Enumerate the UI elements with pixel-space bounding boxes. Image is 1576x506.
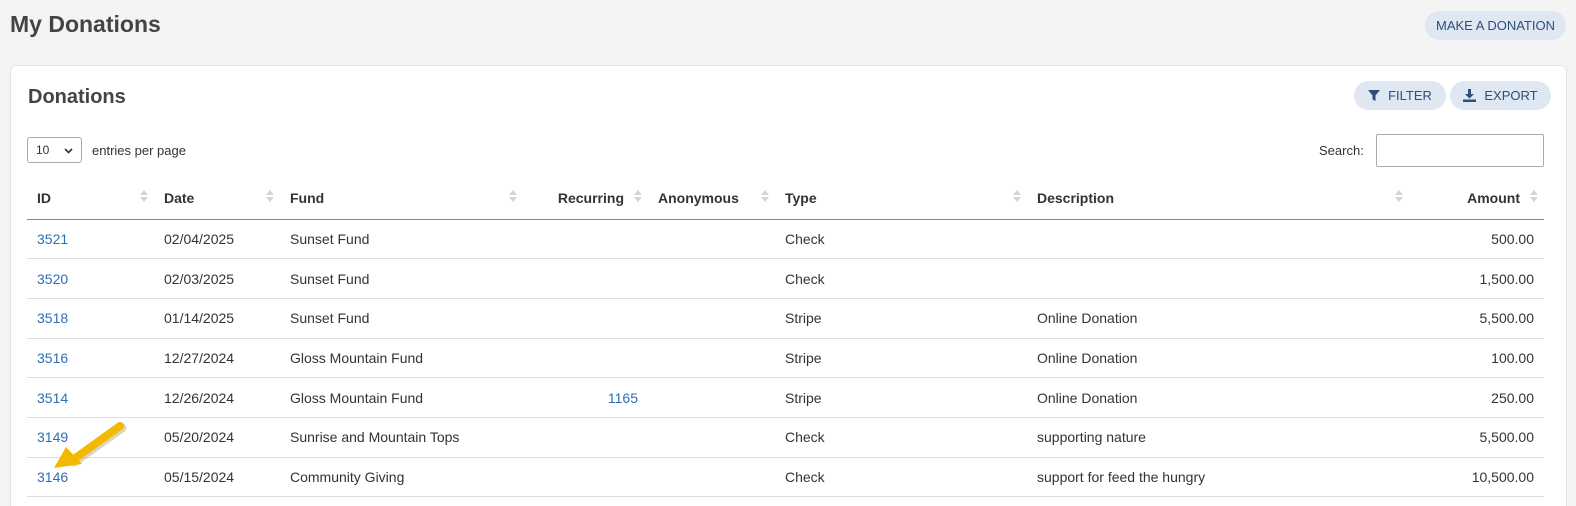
- sort-icon: [140, 190, 148, 202]
- cell-anonymous: [648, 338, 775, 379]
- cell-date: 02/03/2025: [154, 258, 280, 299]
- table-row: 3146 05/15/2024 Community Giving Check s…: [27, 457, 1544, 498]
- sort-icon: [1395, 190, 1403, 202]
- cell-description: [1027, 219, 1409, 260]
- column-header-fund[interactable]: Fund: [280, 177, 523, 220]
- chevron-down-icon: [64, 143, 73, 157]
- donation-id-link[interactable]: 3520: [37, 271, 68, 287]
- cell-date: 01/14/2025: [154, 298, 280, 339]
- entries-select-value: 10: [36, 143, 50, 157]
- table-row: 3521 02/04/2025 Sunset Fund Check 500.00: [27, 219, 1544, 260]
- entries-per-page: 10 entries per page: [27, 137, 186, 163]
- table-header-row: ID Date Fund Recurring Anonymous Type De…: [27, 177, 1544, 220]
- cell-description: Online Donation: [1027, 298, 1409, 339]
- column-header-date[interactable]: Date: [154, 177, 280, 220]
- filter-label: FILTER: [1388, 88, 1432, 103]
- cell-amount: 100.00: [1409, 338, 1544, 379]
- cell-type: Check: [775, 417, 1027, 458]
- cell-type: Stripe: [775, 377, 1027, 418]
- cell-anonymous: [648, 457, 775, 498]
- cell-amount: 5,500.00: [1409, 298, 1544, 339]
- cell-fund: Sunset Fund: [280, 298, 523, 339]
- cell-anonymous: [648, 219, 775, 260]
- page-header: My Donations MAKE A DONATION: [0, 0, 1576, 60]
- cell-type: Check: [775, 457, 1027, 498]
- donation-id-link[interactable]: 3146: [37, 469, 68, 485]
- table-row: 3518 01/14/2025 Sunset Fund Stripe Onlin…: [27, 298, 1544, 339]
- column-header-description[interactable]: Description: [1027, 177, 1409, 220]
- cell-fund: Sunset Fund: [280, 219, 523, 260]
- cell-type: Check: [775, 219, 1027, 260]
- cell-type: Check: [775, 258, 1027, 299]
- cell-fund: Gloss Mountain Fund: [280, 338, 523, 379]
- donation-id-link[interactable]: 3149: [37, 429, 68, 445]
- sort-icon: [634, 190, 642, 202]
- sort-icon: [761, 190, 769, 202]
- entries-select[interactable]: 10: [27, 137, 82, 163]
- export-label: EXPORT: [1484, 88, 1538, 103]
- cell-amount: 1,500.00: [1409, 258, 1544, 299]
- table-row: 3149 05/20/2024 Sunrise and Mountain Top…: [27, 417, 1544, 458]
- table-row: 3516 12/27/2024 Gloss Mountain Fund Stri…: [27, 338, 1544, 379]
- cell-amount: 250.00: [1409, 377, 1544, 418]
- cell-anonymous: [648, 258, 775, 299]
- search-label: Search:: [1319, 143, 1364, 158]
- donation-id-link[interactable]: 3516: [37, 350, 68, 366]
- cell-date: 05/20/2024: [154, 417, 280, 458]
- cell-date: 02/04/2025: [154, 219, 280, 260]
- search-input[interactable]: [1375, 134, 1544, 167]
- table-row: 3514 12/26/2024 Gloss Mountain Fund 1165…: [27, 377, 1544, 418]
- cell-date: 05/15/2024: [154, 457, 280, 498]
- cell-amount: 500.00: [1409, 219, 1544, 260]
- column-header-recurring[interactable]: Recurring: [523, 177, 648, 220]
- cell-amount: 5,500.00: [1409, 417, 1544, 458]
- card-title: Donations: [28, 86, 126, 108]
- cell-description: Online Donation: [1027, 338, 1409, 379]
- table-row: 3520 02/03/2025 Sunset Fund Check 1,500.…: [27, 258, 1544, 299]
- cell-type: Stripe: [775, 298, 1027, 339]
- donation-id-link[interactable]: 3514: [37, 390, 68, 406]
- sort-icon: [509, 190, 517, 202]
- cell-anonymous: [648, 417, 775, 458]
- cell-anonymous: [648, 377, 775, 418]
- cell-description: support for feed the hungry: [1027, 457, 1409, 498]
- donations-table: ID Date Fund Recurring Anonymous Type De…: [27, 177, 1544, 498]
- cell-fund: Gloss Mountain Fund: [280, 377, 523, 418]
- cell-fund: Sunset Fund: [280, 258, 523, 299]
- cell-anonymous: [648, 298, 775, 339]
- cell-description: Online Donation: [1027, 377, 1409, 418]
- cell-fund: Community Giving: [280, 457, 523, 498]
- download-icon: [1463, 89, 1477, 102]
- column-header-amount[interactable]: Amount: [1409, 177, 1544, 220]
- donation-id-link[interactable]: 3518: [37, 310, 68, 326]
- page-title: My Donations: [10, 11, 161, 37]
- cell-date: 12/27/2024: [154, 338, 280, 379]
- entries-label: entries per page: [92, 142, 186, 158]
- cell-date: 12/26/2024: [154, 377, 280, 418]
- donation-id-link[interactable]: 3521: [37, 231, 68, 247]
- sort-icon: [266, 190, 274, 202]
- sort-icon: [1013, 190, 1021, 202]
- cell-description: supporting nature: [1027, 417, 1409, 458]
- column-header-id[interactable]: ID: [27, 177, 154, 220]
- cell-description: [1027, 258, 1409, 299]
- column-header-anonymous[interactable]: Anonymous: [648, 177, 775, 220]
- filter-icon: [1368, 89, 1381, 102]
- sort-icon: [1530, 190, 1538, 202]
- column-header-type[interactable]: Type: [775, 177, 1027, 220]
- make-donation-button[interactable]: MAKE A DONATION: [1425, 11, 1566, 40]
- cell-type: Stripe: [775, 338, 1027, 379]
- export-button[interactable]: EXPORT: [1450, 81, 1551, 110]
- cell-amount: 10,500.00: [1409, 457, 1544, 498]
- donations-card: Donations FILTER EXPORT 10 entries per p…: [10, 65, 1567, 506]
- recurring-link[interactable]: 1165: [608, 390, 638, 406]
- cell-fund: Sunrise and Mountain Tops: [280, 417, 523, 458]
- filter-button[interactable]: FILTER: [1354, 81, 1446, 110]
- search-area: Search:: [1319, 134, 1544, 167]
